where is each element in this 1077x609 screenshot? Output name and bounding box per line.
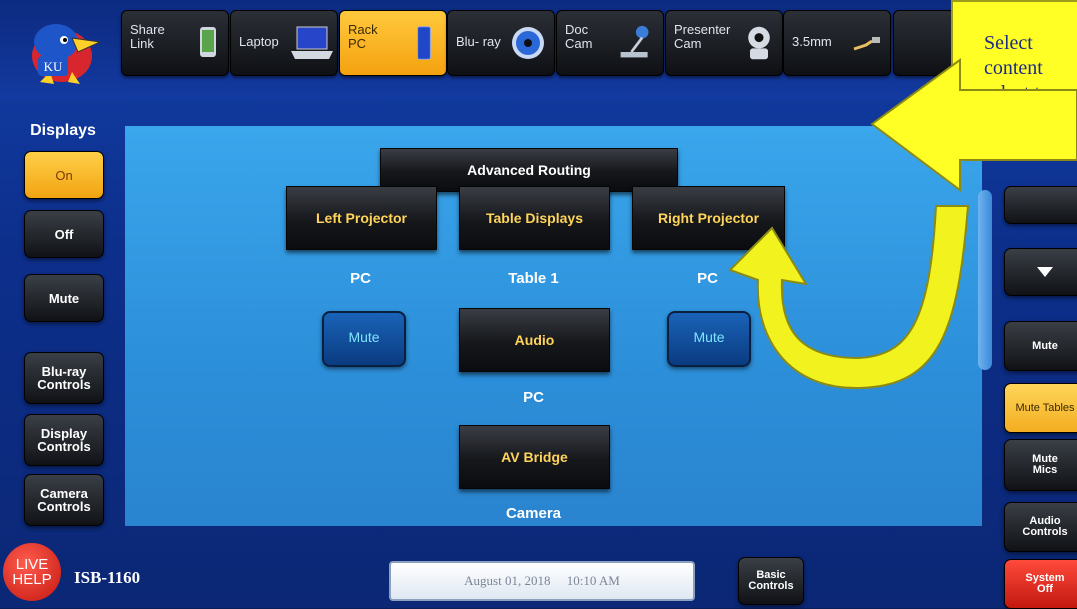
touch-panel-screen: KU Share Link Laptop Rack PC Blu- ray Do… — [0, 0, 1077, 609]
annotation-arrows — [728, 58, 1077, 390]
annotation-arrow-left — [870, 58, 1077, 192]
annotation-arrow-curved — [728, 205, 970, 390]
